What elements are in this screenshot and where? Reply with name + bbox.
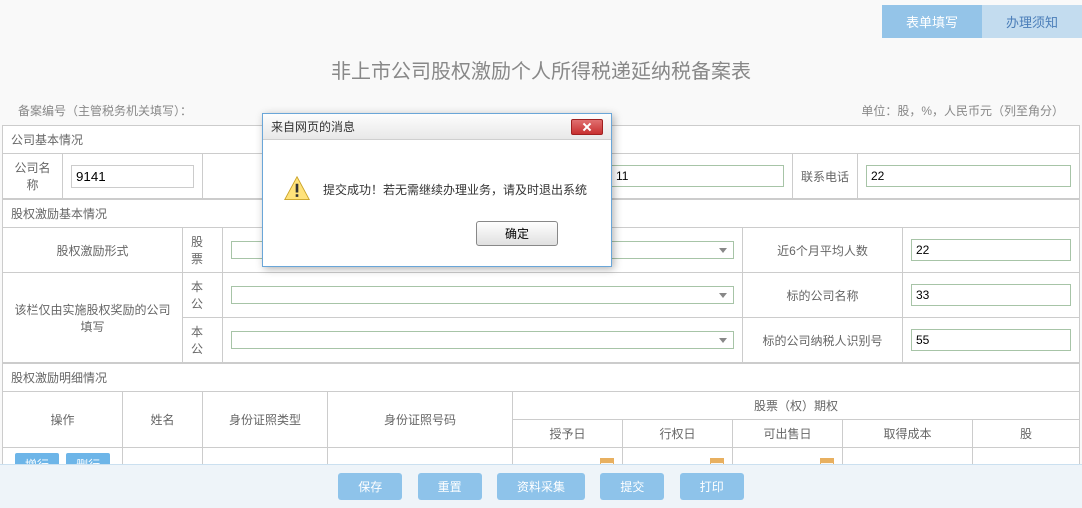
col-sell-date: 可出售日 — [733, 420, 843, 448]
col-stock-group: 股票（权）期权 — [513, 392, 1080, 420]
record-number-label: 备案编号（主管税务机关填写）： — [18, 102, 192, 119]
incentive-form-label: 股权激励形式 — [3, 228, 183, 273]
sub-row2-prefix: 本公 — [183, 318, 223, 363]
dialog-title: 来自网页的消息 — [271, 118, 355, 135]
footer-bar: 保存 重置 资料采集 提交 打印 — [0, 464, 1082, 508]
tab-notice[interactable]: 办理须知 — [982, 5, 1082, 38]
sub-row1-prefix: 本公 — [183, 273, 223, 318]
save-button[interactable]: 保存 — [338, 473, 402, 500]
company-field-11-input[interactable] — [611, 165, 784, 187]
unit-label: 单位：股，%，人民币元（列至角分） — [861, 102, 1064, 119]
avg-people-label: 近6个月平均人数 — [743, 228, 903, 273]
col-exercise-date: 行权日 — [623, 420, 733, 448]
ok-button[interactable]: 确定 — [476, 221, 558, 246]
company-name-label: 公司名称 — [3, 154, 63, 199]
incentive-form-value[interactable]: 股票 — [183, 228, 223, 273]
close-icon[interactable] — [571, 119, 603, 135]
col-cost: 取得成本 — [843, 420, 973, 448]
col-name: 姓名 — [123, 392, 203, 448]
dialog-message: 提交成功！若无需继续办理业务，请及时退出系统 — [323, 175, 587, 198]
top-tabs: 表单填写 办理须知 — [882, 5, 1082, 38]
submit-button[interactable]: 提交 — [600, 473, 664, 500]
warning-icon — [283, 175, 311, 203]
tab-form-fill[interactable]: 表单填写 — [882, 5, 982, 38]
col-id-no: 身份证照号码 — [328, 392, 513, 448]
target-name-input[interactable] — [911, 284, 1071, 306]
section-detail-header: 股权激励明细情况 — [3, 364, 1080, 392]
avg-people-input[interactable] — [911, 239, 1071, 261]
message-dialog: 来自网页的消息 提交成功！若无需继续办理业务，请及时退出系统 确定 — [262, 113, 612, 267]
target-tax-label: 标的公司纳税人识别号 — [743, 318, 903, 363]
company-name-input[interactable] — [71, 165, 194, 188]
col-grant-date: 授予日 — [513, 420, 623, 448]
impl-company-label: 该栏仅由实施股权奖励的公司填写 — [3, 273, 183, 363]
col-stock: 股 — [973, 420, 1080, 448]
target-name-label: 标的公司名称 — [743, 273, 903, 318]
company-phone-input[interactable] — [866, 165, 1071, 187]
col-op: 操作 — [3, 392, 123, 448]
company-phone-label: 联系电话 — [793, 154, 858, 199]
collect-button[interactable]: 资料采集 — [497, 473, 585, 500]
reset-button[interactable]: 重置 — [418, 473, 482, 500]
target-tax-input[interactable] — [911, 329, 1071, 351]
sub-row1-select[interactable] — [231, 286, 734, 304]
print-button[interactable]: 打印 — [680, 473, 744, 500]
sub-row2-select[interactable] — [231, 331, 734, 349]
col-id-type: 身份证照类型 — [203, 392, 328, 448]
